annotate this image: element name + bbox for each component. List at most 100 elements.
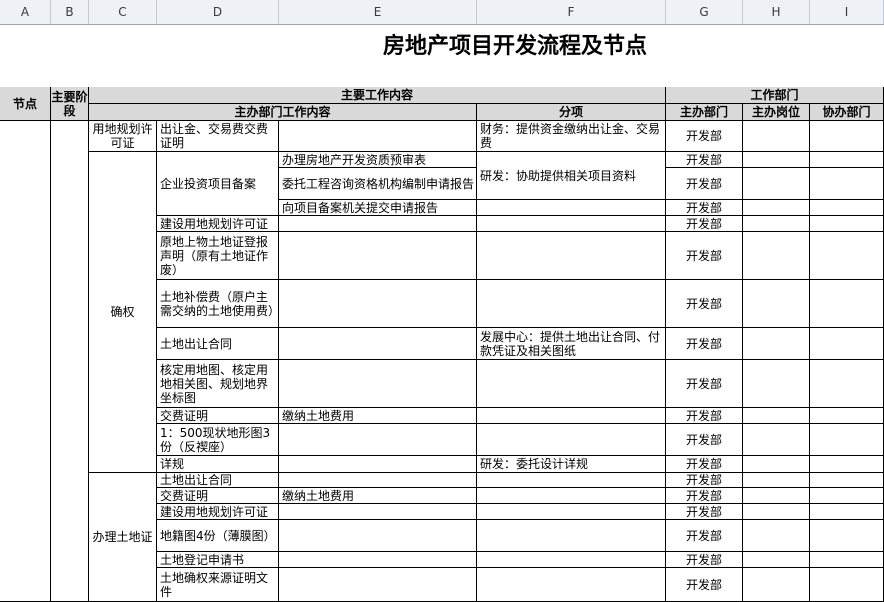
column-header-a[interactable]: A xyxy=(0,0,51,24)
cell-e[interactable] xyxy=(279,360,477,408)
cell-e[interactable]: 委托工程咨询资格机构编制申请报告 xyxy=(279,168,477,200)
cell-d[interactable]: 交费证明 xyxy=(157,408,279,424)
stage-cell[interactable] xyxy=(51,121,89,602)
cell-lead-post[interactable] xyxy=(743,280,810,328)
cell-lead-post[interactable] xyxy=(743,424,810,456)
cell-f[interactable] xyxy=(477,568,666,602)
section-banli[interactable]: 办理土地证 xyxy=(89,473,157,602)
cell-e[interactable] xyxy=(279,456,477,473)
cell-d[interactable]: 土地确权来源证明文件 xyxy=(157,568,279,602)
cell-lead-dept[interactable]: 开发部 xyxy=(666,473,743,488)
cell-f[interactable] xyxy=(477,200,666,216)
cell-assist-dept[interactable] xyxy=(810,200,884,216)
column-header-g[interactable]: G xyxy=(666,0,743,24)
cell-e[interactable] xyxy=(279,520,477,552)
cell-lead-post[interactable] xyxy=(743,200,810,216)
cell-f[interactable] xyxy=(477,232,666,280)
cell-assist-dept[interactable] xyxy=(810,360,884,408)
column-header-b[interactable]: B xyxy=(51,0,89,24)
cell-e[interactable] xyxy=(279,424,477,456)
cell-e[interactable]: 缴纳土地费用 xyxy=(279,408,477,424)
cell-d[interactable]: 土地补偿费（原户主需交纳的土地使用费） xyxy=(157,280,279,328)
cell-assist-dept[interactable] xyxy=(810,232,884,280)
cell-lead-dept[interactable]: 开发部 xyxy=(666,504,743,520)
cell-lead-dept[interactable]: 开发部 xyxy=(666,328,743,360)
cell-e[interactable]: 办理房地产开发资质预审表 xyxy=(279,152,477,168)
cell-d[interactable]: 建设用地规划许可证 xyxy=(157,216,279,232)
column-header-i[interactable]: I xyxy=(810,0,884,24)
header-work-dept[interactable]: 工作部门 xyxy=(666,87,884,104)
node-cell[interactable] xyxy=(0,121,51,602)
cell-lead-dept[interactable]: 开发部 xyxy=(666,568,743,602)
cell-e[interactable] xyxy=(279,568,477,602)
cell-assist-dept[interactable] xyxy=(810,280,884,328)
cell-assist-dept[interactable] xyxy=(810,424,884,456)
cell-lead-post[interactable] xyxy=(743,360,810,408)
cell-assist-dept[interactable] xyxy=(810,456,884,473)
cell-lead-post[interactable] xyxy=(743,568,810,602)
cell-f[interactable]: 发展中心：提供土地出让合同、付款凭证及相关图纸 xyxy=(477,328,666,360)
cell-assist-dept[interactable] xyxy=(810,552,884,568)
cell-f[interactable] xyxy=(477,473,666,488)
cell-lead-post[interactable] xyxy=(743,216,810,232)
cell-assist-dept[interactable] xyxy=(810,473,884,488)
cell-lead-post[interactable] xyxy=(743,408,810,424)
cell-assist-dept[interactable] xyxy=(810,408,884,424)
cell-lead-post[interactable] xyxy=(743,488,810,504)
cell-e[interactable] xyxy=(279,552,477,568)
cell-f[interactable] xyxy=(477,520,666,552)
header-lead-post[interactable]: 主办岗位 xyxy=(743,104,810,121)
cell-d[interactable]: 地籍图4份（薄膜图） xyxy=(157,520,279,552)
cell-assist-dept[interactable] xyxy=(810,488,884,504)
cell-f[interactable]: 财务：提供资金缴纳出让金、交易费 xyxy=(477,121,666,152)
column-header-c[interactable]: C xyxy=(89,0,157,24)
cell-f[interactable] xyxy=(477,280,666,328)
cell-lead-dept[interactable]: 开发部 xyxy=(666,456,743,473)
section-queren[interactable]: 确权 xyxy=(89,152,157,473)
cell-lead-post[interactable] xyxy=(743,552,810,568)
cell-d[interactable]: 出让金、交易费交费证明 xyxy=(157,121,279,152)
cell-lead-dept[interactable]: 开发部 xyxy=(666,520,743,552)
cell-e[interactable] xyxy=(279,328,477,360)
cell-f[interactable] xyxy=(477,552,666,568)
cell-d[interactable]: 建设用地规划许可证 xyxy=(157,504,279,520)
cell-assist-dept[interactable] xyxy=(810,121,884,152)
cell-lead-post[interactable] xyxy=(743,168,810,200)
section-cell-top[interactable]: 用地规划许可证 xyxy=(89,121,157,152)
header-lead-dept[interactable]: 主办部门 xyxy=(666,104,743,121)
header-assist-dept[interactable]: 协办部门 xyxy=(810,104,884,121)
header-node[interactable]: 节点 xyxy=(0,87,51,121)
cell-d[interactable]: 土地出让合同 xyxy=(157,473,279,488)
cell-assist-dept[interactable] xyxy=(810,520,884,552)
cell-lead-dept[interactable]: 开发部 xyxy=(666,424,743,456)
cell-e[interactable] xyxy=(279,121,477,152)
cell-assist-dept[interactable] xyxy=(810,168,884,200)
cell-d[interactable]: 土地登记申请书 xyxy=(157,552,279,568)
cell-d[interactable]: 核定用地图、核定用地相关图、规划地界坐标图 xyxy=(157,360,279,408)
cell-lead-dept[interactable]: 开发部 xyxy=(666,152,743,168)
column-header-h[interactable]: H xyxy=(743,0,810,24)
cell-assist-dept[interactable] xyxy=(810,216,884,232)
cell-lead-post[interactable] xyxy=(743,473,810,488)
column-header-e[interactable]: E xyxy=(279,0,477,24)
cell-f[interactable] xyxy=(477,424,666,456)
cell-assist-dept[interactable] xyxy=(810,328,884,360)
cell-e[interactable] xyxy=(279,473,477,488)
cell-f[interactable] xyxy=(477,408,666,424)
cell-assist-dept[interactable] xyxy=(810,504,884,520)
cell-f[interactable]: 研发：委托设计详规 xyxy=(477,456,666,473)
cell-lead-dept[interactable]: 开发部 xyxy=(666,360,743,408)
cell-assist-dept[interactable] xyxy=(810,568,884,602)
cell-d[interactable]: 1：500现状地形图3份（反禊座） xyxy=(157,424,279,456)
cell-lead-dept[interactable]: 开发部 xyxy=(666,121,743,152)
cell-d-group[interactable]: 企业投资项目备案 xyxy=(157,152,279,216)
cell-e[interactable]: 向项目备案机关提交申请报告 xyxy=(279,200,477,216)
header-main-work[interactable]: 主要工作内容 xyxy=(89,87,666,104)
cell-lead-post[interactable] xyxy=(743,520,810,552)
cell-lead-dept[interactable]: 开发部 xyxy=(666,232,743,280)
cell-lead-dept[interactable]: 开发部 xyxy=(666,552,743,568)
cell-d[interactable]: 交费证明 xyxy=(157,488,279,504)
cell-lead-post[interactable] xyxy=(743,328,810,360)
cell-e[interactable] xyxy=(279,232,477,280)
cell-e[interactable] xyxy=(279,504,477,520)
